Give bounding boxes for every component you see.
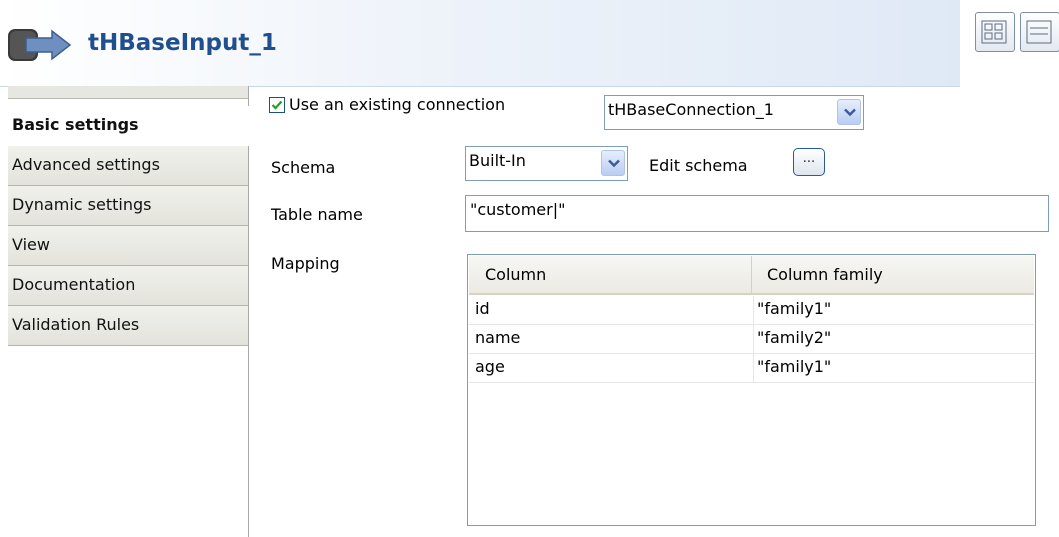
use-existing-connection-label: Use an existing connection [289, 95, 506, 114]
table-row[interactable]: id "family1" [469, 296, 1034, 325]
chevron-down-icon [844, 108, 856, 117]
column-family-cell[interactable]: "family1" [757, 296, 1033, 324]
schema-dropdown-button[interactable] [601, 150, 625, 176]
schema-value: Built-In [469, 151, 526, 170]
layout-grid-button[interactable] [975, 12, 1015, 52]
basic-settings-panel: Use an existing connection tHBaseConnect… [249, 86, 1059, 537]
column-family-cell[interactable]: "family1" [757, 354, 1033, 382]
tabs-top-strip [8, 86, 248, 99]
mapping-table[interactable]: Column Column family id "family1" name "… [467, 254, 1036, 526]
table-row[interactable]: name "family2" [469, 325, 1034, 354]
mapping-label: Mapping [271, 254, 340, 273]
settings-tabs: Basic settings Advanced settings Dynamic… [8, 86, 249, 537]
tab-view[interactable]: View [8, 226, 248, 266]
table-name-input[interactable]: "customer|" [465, 195, 1049, 232]
column-cell[interactable]: id [475, 296, 754, 324]
column-cell[interactable]: name [475, 325, 754, 353]
table-name-value: "customer|" [470, 200, 566, 219]
edit-schema-label: Edit schema [649, 156, 748, 175]
layout-list-icon [1026, 20, 1052, 44]
tab-documentation[interactable]: Documentation [8, 266, 248, 306]
table-row[interactable]: age "family1" [469, 354, 1034, 383]
connection-select[interactable]: tHBaseConnection_1 [604, 95, 864, 130]
component-title: tHBaseInput_1 [88, 30, 277, 56]
tab-dynamic-settings[interactable]: Dynamic settings [8, 186, 248, 226]
edit-schema-button[interactable]: ... [793, 148, 825, 176]
table-name-label: Table name [271, 205, 363, 224]
connection-value: tHBaseConnection_1 [608, 100, 774, 119]
column-cell[interactable]: age [475, 354, 754, 382]
schema-select[interactable]: Built-In [465, 146, 628, 181]
component-header: tHBaseInput_1 [0, 0, 960, 87]
connection-dropdown-button[interactable] [837, 99, 861, 125]
column-header[interactable]: Column [469, 256, 752, 293]
use-existing-connection-checkbox[interactable] [269, 97, 285, 113]
schema-label: Schema [271, 158, 336, 177]
component-settings-view: tHBaseInput_1 Basic settings Advanced se… [0, 0, 1059, 537]
layout-list-button[interactable] [1020, 12, 1059, 52]
column-family-header[interactable]: Column family [753, 256, 1034, 293]
checkmark-icon [271, 100, 283, 110]
chevron-down-icon [608, 159, 620, 168]
tab-validation-rules[interactable]: Validation Rules [8, 306, 248, 346]
column-family-cell[interactable]: "family2" [757, 325, 1033, 353]
component-arrow-icon [8, 29, 72, 61]
tab-advanced-settings[interactable]: Advanced settings [8, 146, 248, 186]
tab-basic-settings[interactable]: Basic settings [8, 106, 249, 146]
mapping-table-header: Column Column family [469, 256, 1034, 295]
layout-grid-icon [981, 20, 1007, 44]
